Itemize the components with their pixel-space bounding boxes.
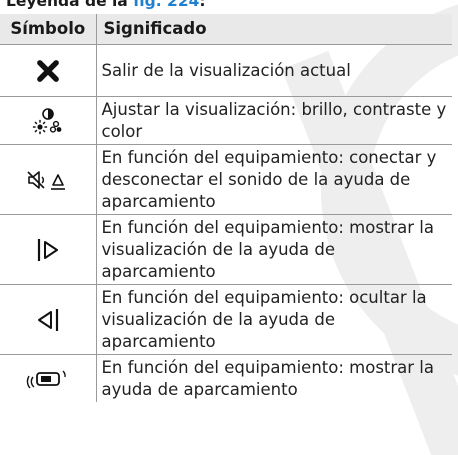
symbol-cell (0, 284, 97, 355)
symbol-cell (0, 96, 97, 145)
header-symbol: Símbolo (0, 14, 97, 45)
caption-suffix: : (199, 0, 206, 10)
table-row: En función del equipamiento: conectar y … (0, 144, 452, 215)
symbol-cell (0, 354, 97, 402)
header-meaning: Significado (103, 19, 207, 38)
meaning-cell: En función del equipamiento: mostrar la … (96, 214, 452, 285)
table-row: En función del equipamiento: mostrar la … (0, 354, 452, 402)
table-caption: Leyenda de la fig. 224: (6, 0, 206, 11)
parking-aid-car-icon (26, 370, 66, 389)
figure-reference-link[interactable]: fig. 224 (133, 0, 199, 10)
meaning-cell: En función del equipamiento: conectar y … (96, 144, 452, 215)
symbol-cell (0, 44, 97, 97)
show-parking-view-icon (37, 238, 58, 261)
symbol-cell (0, 144, 97, 215)
table-row: Salir de la visualización actual (0, 44, 452, 97)
sound-off-parking-icon (27, 170, 65, 190)
brightness-contrast-color-icon (32, 107, 62, 134)
table-header-row: Símbolo Significado (0, 14, 452, 45)
table-row: Ajustar la visualización: brillo, contra… (0, 96, 452, 145)
symbol-cell (0, 214, 97, 285)
meaning-cell: Salir de la visualización actual (96, 44, 452, 97)
caption-prefix: Leyenda de la (6, 0, 134, 10)
hide-parking-view-icon (37, 308, 58, 331)
table-row: En función del equipamiento: mostrar la … (0, 214, 452, 285)
table-row: En función del equipamiento: ocultar la … (0, 284, 452, 355)
close-x-icon (36, 59, 59, 82)
meaning-cell: En función del equipamiento: ocultar la … (96, 284, 452, 355)
meaning-cell: Ajustar la visualización: brillo, contra… (96, 96, 452, 145)
legend-table: Símbolo Significado Salir de la visualiz… (0, 14, 452, 402)
meaning-cell: En función del equipamiento: mostrar la … (96, 354, 452, 402)
